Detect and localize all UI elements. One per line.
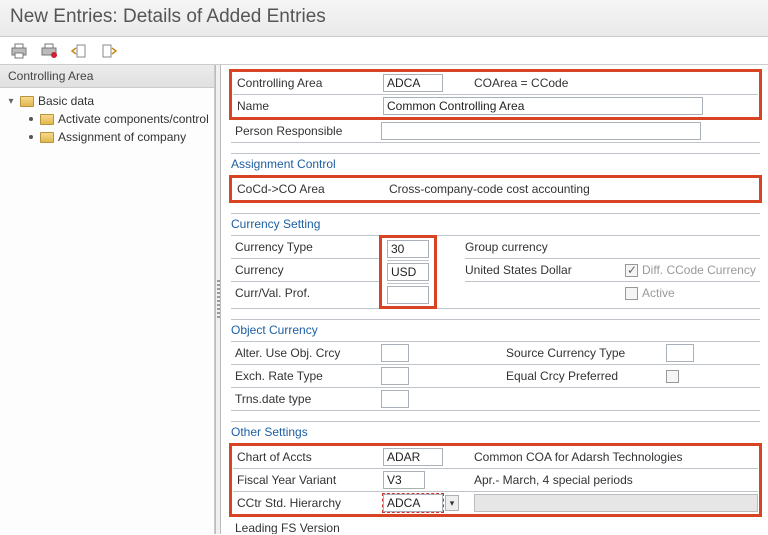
equal-crcy-checkbox[interactable]	[666, 370, 679, 383]
highlight-other: Chart of Accts Common COA for Adarsh Tec…	[231, 445, 760, 515]
alter-use-input[interactable]	[381, 344, 409, 362]
bullet-icon	[29, 135, 33, 139]
row-name: Name	[233, 96, 758, 116]
expand-icon[interactable]: ▾	[6, 96, 16, 107]
chart-accts-input[interactable]	[383, 448, 443, 466]
nav-header: Controlling Area	[0, 65, 214, 88]
fyv-label: Fiscal Year Variant	[233, 473, 383, 487]
group-assignment: Assignment Control CoCd->CO Area Cross-c…	[231, 153, 760, 203]
person-responsible-input[interactable]	[381, 122, 701, 140]
name-input[interactable]	[383, 97, 703, 115]
group-currency: Currency Setting Currency Type Currency …	[231, 213, 760, 309]
person-responsible-label: Person Responsible	[231, 124, 381, 138]
folder-icon	[40, 132, 54, 143]
diff-ccode-checkbox[interactable]	[625, 264, 638, 277]
page-title: New Entries: Details of Added Entries	[0, 0, 768, 37]
next-entry-icon[interactable]	[100, 43, 118, 59]
previous-entry-icon[interactable]	[70, 43, 88, 59]
currency-desc: United States Dollar	[465, 263, 625, 277]
tree-item-label: Activate components/control	[58, 112, 209, 126]
assignment-title: Assignment Control	[231, 155, 760, 173]
print-icon[interactable]	[10, 43, 28, 59]
save-variant-icon[interactable]	[40, 43, 58, 59]
row-cocd: CoCd->CO Area Cross-company-code cost ac…	[233, 179, 758, 199]
fyv-desc: Apr.- March, 4 special periods	[468, 473, 758, 487]
row-person-responsible: Person Responsible	[231, 121, 760, 141]
leading-fs-label: Leading FS Version	[231, 521, 381, 534]
toolbar	[0, 37, 768, 65]
fyv-input[interactable]	[383, 471, 425, 489]
equal-crcy-label: Equal Crcy Preferred	[506, 369, 666, 383]
source-currency-label: Source Currency Type	[506, 346, 666, 360]
highlight-assignment: CoCd->CO Area Cross-company-code cost ac…	[231, 177, 760, 201]
curr-val-prof-label: Curr/Val. Prof.	[231, 286, 381, 300]
cocd-label: CoCd->CO Area	[233, 182, 383, 196]
currency-type-desc: Group currency	[465, 240, 548, 254]
currency-title: Currency Setting	[231, 215, 760, 233]
currency-input[interactable]	[387, 263, 429, 281]
currency-label: Currency	[231, 263, 381, 277]
controlling-area-label: Controlling Area	[233, 76, 383, 90]
group-other: Other Settings Chart of Accts Common COA…	[231, 421, 760, 534]
active-checkbox[interactable]	[625, 287, 638, 300]
exch-rate-input[interactable]	[381, 367, 409, 385]
bullet-icon	[29, 117, 33, 121]
currency-type-input[interactable]	[387, 240, 429, 258]
objcurr-title: Object Currency	[231, 321, 760, 339]
tree-root-label: Basic data	[38, 94, 94, 108]
highlight-basic: Controlling Area COArea = CCode Name	[231, 71, 760, 118]
name-label: Name	[233, 99, 383, 113]
exch-rate-label: Exch. Rate Type	[231, 369, 381, 383]
tree-item-label: Assignment of company	[58, 130, 186, 144]
cctr-desc-readonly	[474, 494, 758, 512]
tree-item-activate[interactable]: Activate components/control	[26, 110, 214, 128]
row-controlling-area: Controlling Area COArea = CCode	[233, 73, 758, 93]
cctr-label: CCtr Std. Hierarchy	[233, 496, 383, 510]
group-object-currency: Object Currency Alter. Use Obj. Crcy Sou…	[231, 319, 760, 411]
trns-date-label: Trns.date type	[231, 392, 381, 406]
tree-item-assignment[interactable]: Assignment of company	[26, 128, 214, 146]
trns-date-input[interactable]	[381, 390, 409, 408]
folder-icon	[40, 114, 54, 125]
navigation-pane: Controlling Area ▾ Basic data Activate c…	[0, 65, 215, 534]
active-label: Active	[642, 286, 675, 300]
value-help-icon[interactable]: ▾	[445, 495, 459, 511]
highlight-currency-inputs	[381, 237, 435, 307]
other-title: Other Settings	[231, 423, 760, 441]
curr-val-prof-input[interactable]	[387, 286, 429, 304]
source-currency-input[interactable]	[666, 344, 694, 362]
cctr-input[interactable]	[383, 494, 443, 512]
tree-root[interactable]: ▾ Basic data	[6, 92, 214, 110]
currency-type-label: Currency Type	[231, 240, 381, 254]
diff-ccode-label: Diff. CCode Currency	[642, 263, 756, 277]
controlling-area-input[interactable]	[383, 74, 443, 92]
alter-use-label: Alter. Use Obj. Crcy	[231, 346, 381, 360]
coarea-ccode-text: COArea = CCode	[468, 76, 758, 90]
content-area: Controlling Area COArea = CCode Name Per…	[221, 65, 768, 534]
cocd-value: Cross-company-code cost accounting	[383, 182, 758, 196]
chart-accts-label: Chart of Accts	[233, 450, 383, 464]
chart-accts-desc: Common COA for Adarsh Technologies	[468, 450, 758, 464]
folder-icon	[20, 96, 34, 107]
